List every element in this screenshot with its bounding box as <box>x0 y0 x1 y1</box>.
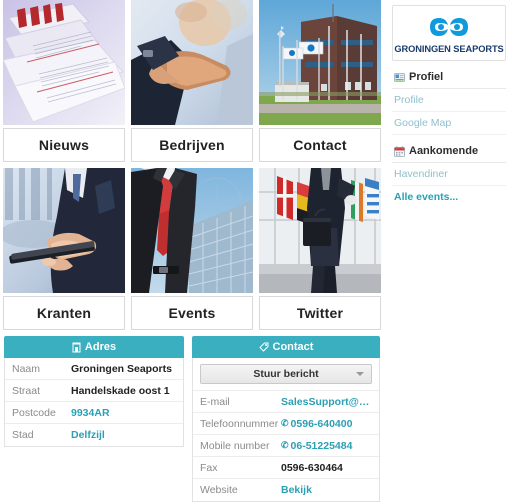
row-value: 0596-630464 <box>281 461 343 474</box>
suit-image-graphic <box>131 168 253 293</box>
send-message-button[interactable]: Stuur bericht <box>200 364 372 384</box>
adres-panel-body: Naam Groningen Seaports Straat Handelska… <box>4 358 184 447</box>
tag-icon <box>258 342 269 352</box>
logo-text: GRONINGEN SEAPORTS <box>394 43 504 54</box>
table-row: Naam Groningen Seaports <box>5 358 183 380</box>
row-value-link[interactable]: 9934AR <box>67 403 116 423</box>
flags-image-graphic <box>259 168 381 293</box>
tile-contact[interactable]: Contact <box>256 0 384 162</box>
sidebar-item-alle-events[interactable]: Alle events... <box>392 186 506 208</box>
row-value: Groningen Seaports <box>71 362 172 375</box>
row-key: Website <box>200 484 238 496</box>
contact-panel-body: Stuur bericht E-mail SalesSupport@gr... … <box>192 358 380 502</box>
send-message-wrap: Stuur bericht <box>193 358 379 391</box>
handshake-image[interactable] <box>131 0 253 125</box>
row-key: Mobile number <box>200 439 270 452</box>
sidebar-heading-profiel: Profiel <box>392 69 506 89</box>
table-row: Fax 0596-630464 <box>193 457 379 479</box>
row-key: Fax <box>200 461 218 474</box>
table-row: Postcode 9934AR <box>5 402 183 424</box>
sidebar-section-aankomende: Aankomende Havendiner Alle events... <box>392 143 506 208</box>
phone-icon: ✆ <box>281 440 289 451</box>
tablet-image-graphic <box>3 168 125 293</box>
phone-number: 0596-640400 <box>290 417 353 430</box>
sidebar: GRONINGEN SEAPORTS Profiel Profile Googl… <box>388 0 512 502</box>
sidebar-item-havendiner[interactable]: Havendiner <box>392 163 506 186</box>
sidebar-heading-label: Aankomende <box>409 145 479 157</box>
contact-panel: Contact Stuur bericht E-mail SalesSuppor… <box>192 336 380 502</box>
row-value-link[interactable]: SalesSupport@gr... <box>277 392 379 412</box>
calendar-icon <box>394 145 405 157</box>
tablet-image[interactable] <box>3 168 125 293</box>
main-column: Nieuws Bedrijven Contact Kranten Events … <box>0 0 384 502</box>
tile-kranten[interactable]: Kranten <box>0 162 128 330</box>
sidebar-heading-aankomende: Aankomende <box>392 143 506 163</box>
table-row: Straat Handelskade oost 1 <box>5 380 183 402</box>
send-message-label: Stuur bericht <box>253 368 319 380</box>
row-value-link[interactable]: Bekijk <box>277 480 318 500</box>
newspaper-image[interactable] <box>3 0 125 125</box>
tile-caption-kranten[interactable]: Kranten <box>3 296 125 330</box>
tile-events[interactable]: Events <box>128 162 256 330</box>
row-key: Postcode <box>12 406 56 419</box>
table-row: Stad Delfzijl <box>5 424 183 446</box>
info-panels: Adres Naam Groningen Seaports Straat Han… <box>0 336 384 502</box>
phone-icon: ✆ <box>281 418 289 429</box>
tile-grid-row-2: Kranten Events Twitter <box>0 162 384 330</box>
tile-twitter[interactable]: Twitter <box>256 162 384 330</box>
contact-panel-title: Contact <box>272 341 314 353</box>
sidebar-heading-label: Profiel <box>409 71 444 83</box>
tile-caption-events[interactable]: Events <box>131 296 253 330</box>
sidebar-item-google-map[interactable]: Google Map <box>392 112 506 135</box>
table-row: Telefoonnummer ✆ 0596-640400 <box>193 413 379 435</box>
groningen-seaports-logo <box>426 14 472 43</box>
tile-caption-bedrijven[interactable]: Bedrijven <box>131 128 253 162</box>
tile-bedrijven[interactable]: Bedrijven <box>128 0 256 162</box>
building-image-graphic <box>259 0 381 125</box>
adres-panel-header: Adres <box>4 336 184 358</box>
building-image[interactable] <box>259 0 381 125</box>
contact-panel-header: Contact <box>192 336 380 358</box>
row-key: E-mail <box>200 395 230 408</box>
row-value-link[interactable]: ✆ 06-51225484 <box>277 436 358 456</box>
tile-grid-row-1: Nieuws Bedrijven Contact <box>0 0 384 162</box>
row-key: Straat <box>12 384 41 397</box>
tile-nieuws[interactable]: Nieuws <box>0 0 128 162</box>
suit-image[interactable] <box>131 168 253 293</box>
adres-panel-title: Adres <box>84 341 117 353</box>
table-row: Mobile number ✆ 06-51225484 <box>193 435 379 457</box>
sidebar-section-profiel: Profiel Profile Google Map <box>392 69 506 135</box>
chevron-down-icon <box>356 372 364 376</box>
table-row: Website Bekijk <box>193 479 379 501</box>
adres-panel: Adres Naam Groningen Seaports Straat Han… <box>4 336 184 502</box>
profile-card-icon <box>394 72 405 83</box>
tile-caption-nieuws[interactable]: Nieuws <box>3 128 125 162</box>
row-key: Naam <box>12 362 41 375</box>
tile-caption-contact[interactable]: Contact <box>259 128 381 162</box>
mobile-number: 06-51225484 <box>290 439 353 452</box>
building-icon <box>72 342 81 353</box>
row-key: Telefoonnummer <box>200 417 279 430</box>
handshake-image-graphic <box>131 0 253 125</box>
row-value-link[interactable]: Delfzijl <box>67 425 111 445</box>
logo-box[interactable]: GRONINGEN SEAPORTS <box>392 5 506 61</box>
sidebar-item-profile[interactable]: Profile <box>392 89 506 112</box>
flags-image[interactable] <box>259 168 381 293</box>
row-value: Handelskade oost 1 <box>71 384 170 397</box>
row-value-link[interactable]: ✆ 0596-640400 <box>277 414 358 434</box>
tile-caption-twitter[interactable]: Twitter <box>259 296 381 330</box>
page-root: Nieuws Bedrijven Contact Kranten Events … <box>0 0 512 502</box>
row-key: Stad <box>12 429 34 441</box>
table-row: E-mail SalesSupport@gr... <box>193 391 379 413</box>
newspaper-image-graphic <box>3 0 125 125</box>
